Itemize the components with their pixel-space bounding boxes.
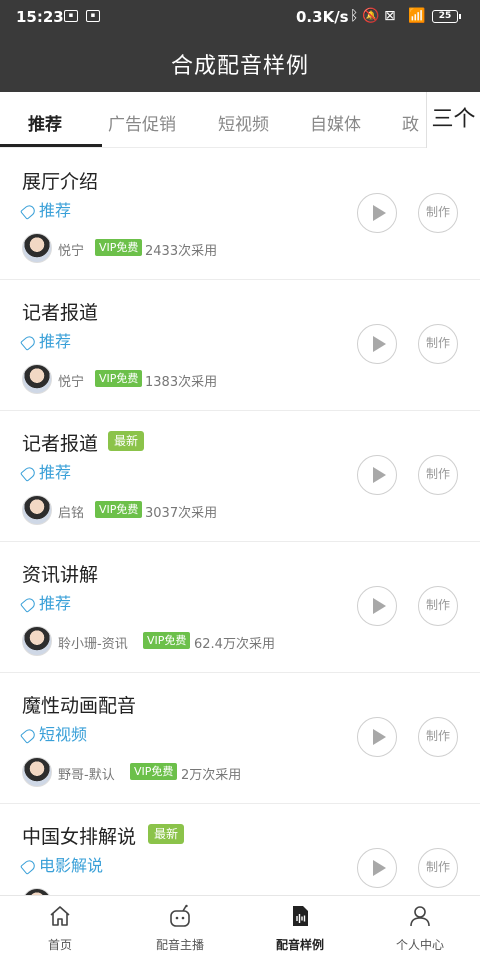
play-button[interactable] xyxy=(357,717,397,757)
wifi-icon: 📶 xyxy=(408,8,426,24)
usage-count: 2433次采用 xyxy=(145,244,218,259)
new-badge: 最新 xyxy=(108,431,145,451)
sim-off-icon: ⊠ xyxy=(384,8,396,24)
tag-icon xyxy=(19,465,38,482)
item-title: 资讯讲解 xyxy=(22,564,99,586)
list-item[interactable]: 中国女排解说 最新 电影解说 制作 xyxy=(0,804,480,895)
list-item[interactable]: 展厅介绍 推荐 悦宁 VIP免费 2433次采用 制作 xyxy=(0,149,480,280)
status-bar: 15:23 ▪ ▪ 0.3K/s ᛒ 🔕 ⊠ 📶 25 xyxy=(0,0,480,34)
notification-icon: ▪ xyxy=(86,10,100,22)
speaker-name: 悦宁 xyxy=(58,375,85,390)
page-title: 合成配音样例 xyxy=(170,54,309,79)
usage-count: 2万次采用 xyxy=(181,768,242,783)
speaker-avatar[interactable] xyxy=(22,626,52,656)
tab-short-video[interactable]: 短视频 xyxy=(218,110,269,135)
nav-label: 配音主播 xyxy=(155,938,204,952)
make-button[interactable]: 制作 xyxy=(418,848,458,888)
list-item[interactable]: 资讯讲解 推荐 聆小珊-资讯 VIP免费 62.4万次采用 制作 xyxy=(0,542,480,673)
item-tag[interactable]: 推荐 xyxy=(19,328,71,352)
list-item[interactable]: 魔性动画配音 短视频 野哥-默认 VIP免费 2万次采用 制作 xyxy=(0,673,480,804)
item-tag[interactable]: 推荐 xyxy=(19,197,71,221)
audio-file-icon xyxy=(293,906,308,926)
bluetooth-icon: ᛒ xyxy=(350,8,359,24)
speaker-name: 野哥-默认 xyxy=(58,768,115,783)
make-button[interactable]: 制作 xyxy=(418,324,458,364)
nav-samples[interactable]: 配音样例 xyxy=(240,896,360,961)
person-icon xyxy=(410,906,430,927)
vip-badge: VIP免费 xyxy=(143,632,191,649)
make-button[interactable]: 制作 xyxy=(418,455,458,495)
list-item[interactable]: 记者报道 推荐 悦宁 VIP免费 1383次采用 制作 xyxy=(0,280,480,411)
list-item[interactable]: 记者报道 最新 推荐 启铭 VIP免费 3037次采用 制作 xyxy=(0,411,480,542)
play-button[interactable] xyxy=(357,586,397,626)
home-icon xyxy=(50,906,70,926)
battery-icon: 25 xyxy=(432,10,461,23)
item-title: 记者报道 xyxy=(22,433,99,455)
tag-icon xyxy=(19,596,38,613)
nav-home[interactable]: 首页 xyxy=(0,896,120,961)
nav-profile[interactable]: 个人中心 xyxy=(360,896,480,961)
category-tabs: 推荐 广告促销 短视频 自媒体 政 xyxy=(0,92,480,148)
usage-count: 3037次采用 xyxy=(145,506,218,521)
speaker-name: 悦宁 xyxy=(58,244,85,259)
robot-icon xyxy=(170,904,190,927)
item-tag[interactable]: 推荐 xyxy=(19,459,71,483)
notification-icon: ▪ xyxy=(64,10,78,22)
nav-label: 个人中心 xyxy=(395,938,444,952)
make-button[interactable]: 制作 xyxy=(418,586,458,626)
speaker-name: 聆小珊-资讯 xyxy=(58,637,128,652)
speaker-avatar[interactable] xyxy=(22,233,52,263)
vip-badge: VIP免费 xyxy=(95,501,143,518)
usage-count: 1383次采用 xyxy=(145,375,218,390)
vip-badge: VIP免费 xyxy=(130,763,178,780)
vip-badge: VIP免费 xyxy=(95,239,143,256)
item-tag[interactable]: 推荐 xyxy=(19,590,71,614)
tab-recommend[interactable]: 推荐 xyxy=(28,110,62,135)
nav-voice-anchor[interactable]: 配音主播 xyxy=(120,896,240,961)
usage-count: 62.4万次采用 xyxy=(194,637,275,652)
play-button[interactable] xyxy=(357,193,397,233)
item-title: 中国女排解说 xyxy=(22,826,137,848)
item-tag[interactable]: 短视频 xyxy=(19,721,87,745)
new-badge: 最新 xyxy=(148,824,185,844)
item-title: 魔性动画配音 xyxy=(22,695,137,717)
play-button[interactable] xyxy=(357,324,397,364)
make-button[interactable]: 制作 xyxy=(418,193,458,233)
tab-ads[interactable]: 广告促销 xyxy=(108,110,176,135)
vip-badge: VIP免费 xyxy=(95,370,143,387)
item-tag[interactable]: 电影解说 xyxy=(19,852,103,876)
tag-icon xyxy=(19,203,38,220)
active-tab-indicator xyxy=(0,144,102,147)
speaker-avatar[interactable] xyxy=(22,364,52,394)
tab-politics[interactable]: 政 xyxy=(402,110,419,135)
tag-icon xyxy=(19,858,38,875)
speaker-avatar[interactable] xyxy=(22,757,52,787)
tag-icon xyxy=(19,727,38,744)
status-time: 15:23 xyxy=(16,8,64,26)
app-header: 15:23 ▪ ▪ 0.3K/s ᛒ 🔕 ⊠ 📶 25 合成配音样例 xyxy=(0,0,480,92)
play-button[interactable] xyxy=(357,455,397,495)
make-button[interactable]: 制作 xyxy=(418,717,458,757)
net-speed: 0.3K/s xyxy=(296,8,349,26)
tab-more-button[interactable]: 三个 xyxy=(426,92,480,148)
speaker-avatar[interactable] xyxy=(22,495,52,525)
bottom-nav: 首页 配音主播 配音样例 个人中心 xyxy=(0,895,480,960)
item-title: 记者报道 xyxy=(22,302,99,324)
play-button[interactable] xyxy=(357,848,397,888)
mute-bell-icon: 🔕 xyxy=(362,8,380,24)
speaker-avatar[interactable] xyxy=(22,888,52,895)
nav-label: 首页 xyxy=(47,938,72,952)
tab-we-media[interactable]: 自媒体 xyxy=(310,110,361,135)
nav-label: 配音样例 xyxy=(275,938,324,952)
speaker-name: 启铭 xyxy=(58,506,85,521)
item-title: 展厅介绍 xyxy=(22,171,99,193)
sample-list: 展厅介绍 推荐 悦宁 VIP免费 2433次采用 制作 记者报道 推荐 悦宁 V… xyxy=(0,149,480,895)
tag-icon xyxy=(19,334,38,351)
